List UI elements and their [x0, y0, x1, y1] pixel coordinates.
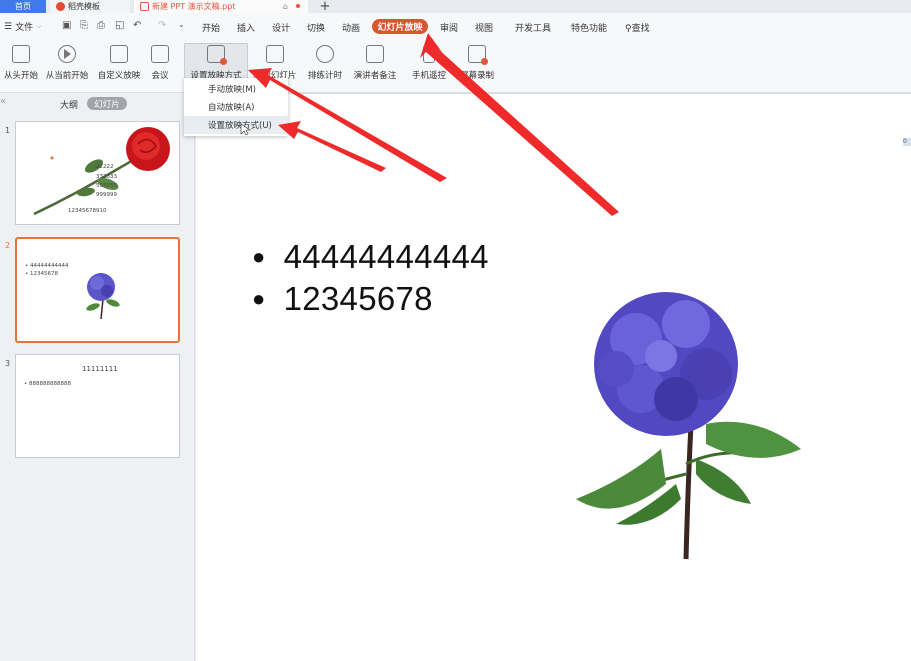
phone-remote-label: 手机遥控	[411, 71, 446, 81]
thumb1-text-3: 555555	[96, 183, 117, 189]
thumb3-bullet: • 888888888888	[24, 381, 71, 387]
slideshow-start-icon	[12, 45, 30, 63]
pin-icon[interactable]: ⌂	[283, 2, 288, 11]
menu-developer[interactable]: 开发工具	[515, 21, 551, 34]
tab-slides[interactable]: 幻灯片	[87, 97, 127, 110]
menu-transitions[interactable]: 切换	[307, 21, 325, 34]
slide-thumbnail-3[interactable]: 11111111 • 888888888888	[15, 354, 180, 458]
menu-animations[interactable]: 动画	[342, 21, 360, 34]
tab-strip: 首页 稻壳模板 新建 PPT 演示文稿.ppt ⌂ +	[0, 0, 911, 14]
setup-show-dropdown: 手动放映(M) 自动放映(A) 设置放映方式(U)	[184, 78, 288, 136]
hamburger-icon: ☰	[4, 21, 13, 32]
manual-show-option[interactable]: 手动放映(M)	[184, 80, 288, 98]
collapse-panel-icon[interactable]: «	[0, 96, 6, 107]
meeting-button[interactable]: 会议	[146, 41, 174, 81]
tab-templates[interactable]: 稻壳模板	[50, 0, 130, 13]
menu-bar: ☰ 文件 ⌵ ▣ ⎘ ⎙ ◱ ↶ ↷ ⌄ 开始 插入 设计 切换 动画 幻灯片放映 …	[0, 13, 911, 41]
from-current-button[interactable]: 从当前开始	[44, 41, 90, 81]
thumb3-title: 11111111	[82, 365, 118, 373]
menu-insert[interactable]: 插入	[237, 21, 255, 34]
setup-show-option[interactable]: 设置放映方式(U)	[184, 116, 288, 134]
custom-show-button[interactable]: 自定义放映	[96, 41, 142, 81]
search-icon: ⚲	[625, 24, 632, 34]
slide-thumbnail-2[interactable]: • 44444444444 • 12345678	[15, 237, 180, 343]
save-icon[interactable]: ▣	[62, 20, 71, 31]
file-menu[interactable]: ☰ 文件 ⌵	[4, 20, 42, 34]
tab-document[interactable]: 新建 PPT 演示文稿.ppt ⌂	[134, 0, 308, 13]
hydrangea-thumbnail-image	[86, 273, 120, 320]
bullet-dot-icon: ●	[252, 244, 266, 269]
menu-features[interactable]: 特色功能	[571, 21, 607, 34]
rehearse-timing-button[interactable]: 排练计时	[303, 41, 347, 81]
meeting-icon	[151, 45, 169, 63]
phone-icon	[423, 45, 435, 63]
more-icon[interactable]: ⌄	[178, 20, 185, 29]
menu-view[interactable]: 视图	[475, 21, 493, 34]
slide-number: 2	[5, 241, 11, 250]
thumb1-text-2: 333333	[96, 174, 117, 180]
speaker-notes-button[interactable]: 演讲者备注	[352, 41, 398, 81]
thumb1-text-5: 12345678910	[68, 208, 107, 214]
redo-icon[interactable]: ↷	[158, 20, 166, 31]
file-menu-label: 文件	[15, 23, 34, 33]
print-icon[interactable]: ⎙	[97, 20, 105, 31]
auto-show-option[interactable]: 自动放映(A)	[184, 98, 288, 116]
menu-design[interactable]: 设计	[272, 21, 290, 34]
setup-show-button[interactable]: 设置放映方式	[185, 41, 247, 81]
hide-slide-button[interactable]: 隐藏幻灯片	[252, 41, 298, 81]
slide-bullet-1[interactable]: ● 44444444444	[252, 238, 489, 276]
slide-bullet-1-text: 44444444444	[283, 238, 489, 275]
tab-home-label: 首页	[15, 2, 31, 11]
slide-thumbnail-1[interactable]: 22222 333333 555555 999999 12345678910	[15, 121, 180, 225]
phone-remote-button[interactable]: 手机遥控	[409, 41, 449, 81]
export-icon[interactable]: ⎘	[80, 20, 88, 31]
tab-templates-label: 稻壳模板	[68, 2, 100, 11]
wps-logo-icon	[56, 2, 65, 11]
search-button[interactable]: ⚲查找	[625, 21, 650, 34]
record-icon	[468, 45, 488, 65]
slide-canvas[interactable]: 0 ● 44444444444 ● 12345678	[196, 94, 911, 661]
setup-show-icon	[207, 45, 227, 65]
tab-home[interactable]: 首页	[0, 0, 46, 13]
bullet-dot-icon: ●	[252, 286, 266, 311]
preview-icon[interactable]: ◱	[115, 20, 124, 31]
thumb1-text-1: 22222	[96, 164, 114, 170]
page-indicator: 0	[903, 138, 911, 146]
slide-bullet-2[interactable]: ● 12345678	[252, 280, 433, 318]
hide-slide-icon	[266, 45, 284, 63]
tab-outline[interactable]: 大纲	[60, 98, 78, 111]
ppt-file-icon	[140, 2, 149, 11]
slide-bullet-2-text: 12345678	[283, 280, 433, 317]
from-beginning-button[interactable]: 从头开始	[2, 41, 40, 81]
undo-icon[interactable]: ↶	[133, 20, 141, 31]
menu-slideshow[interactable]: 幻灯片放映	[372, 19, 428, 34]
slides-panel: « 大纲 幻灯片 1 22222 333333 555555 999999 12…	[0, 93, 195, 661]
screen-record-button[interactable]: 屏幕录制	[455, 41, 499, 81]
menu-review[interactable]: 审阅	[440, 21, 458, 34]
new-tab-button[interactable]: +	[318, 0, 332, 14]
from-beginning-label: 从头开始	[3, 71, 38, 81]
search-label: 查找	[631, 24, 650, 34]
play-icon	[58, 45, 76, 63]
meeting-label: 会议	[151, 71, 169, 81]
thumb3-bullet-text: 888888888888	[29, 381, 71, 387]
notes-icon	[366, 45, 384, 63]
stopwatch-icon	[316, 45, 334, 63]
slide-number: 3	[5, 359, 11, 368]
unsaved-dot-icon	[296, 4, 300, 8]
thumb1-text-4: 999999	[96, 192, 117, 198]
tab-document-label: 新建 PPT 演示文稿.ppt	[152, 2, 236, 11]
hydrangea-image[interactable]	[556, 284, 816, 564]
custom-show-label: 自定义放映	[97, 71, 141, 81]
from-current-label: 从当前开始	[45, 71, 89, 81]
speaker-notes-label: 演讲者备注	[353, 71, 397, 81]
ribbon-slideshow: 从头开始 从当前开始 自定义放映 会议 设置放映方式 隐藏幻灯片 排练计时 演讲…	[0, 41, 911, 93]
rehearse-timing-label: 排练计时	[307, 71, 342, 81]
slide-number: 1	[5, 126, 11, 135]
screen-record-label: 屏幕录制	[459, 71, 494, 81]
menu-home[interactable]: 开始	[202, 21, 220, 34]
custom-show-icon	[110, 45, 128, 63]
chevron-down-icon: ⌵	[36, 22, 42, 30]
